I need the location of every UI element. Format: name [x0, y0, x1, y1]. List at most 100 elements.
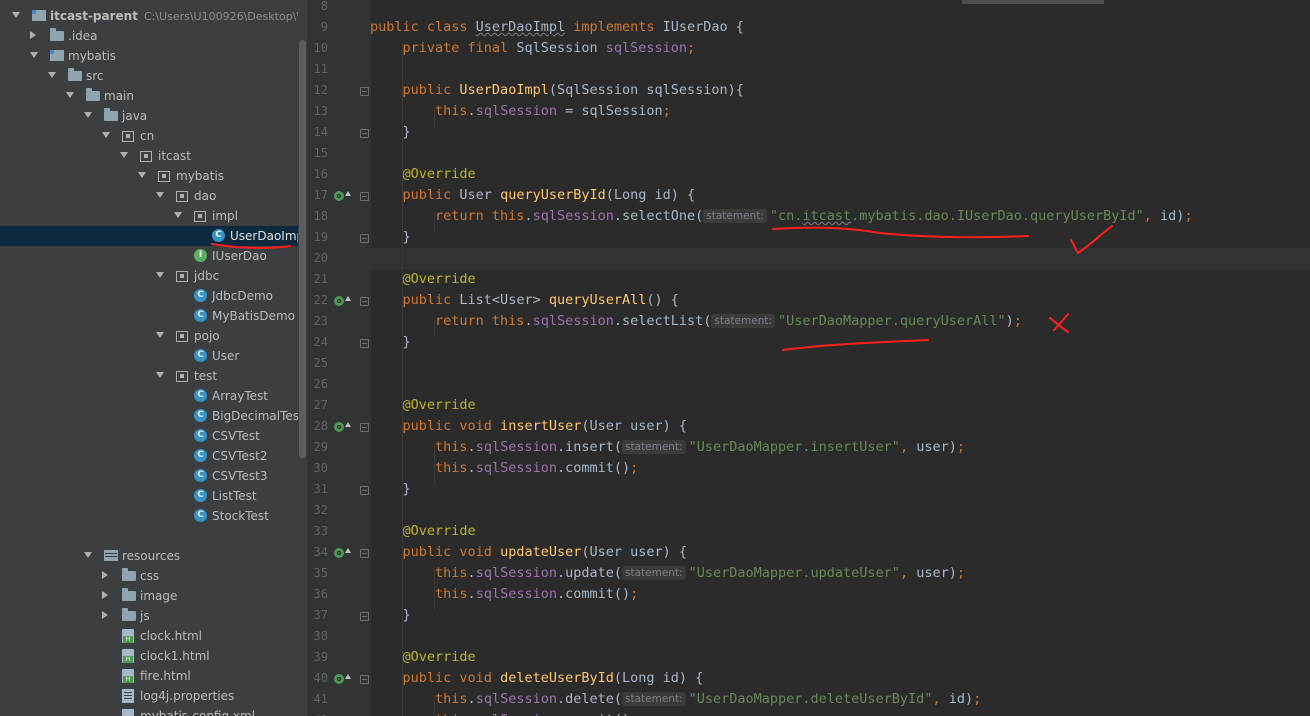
tree-item-csvtest2[interactable]: C CSVTest2 — [0, 446, 298, 466]
chevron-down-icon[interactable] — [12, 12, 20, 18]
tree-item-fire-html[interactable]: fire.html — [0, 666, 298, 686]
fold-toggle-icon[interactable] — [360, 339, 369, 348]
code-editor[interactable]: 8 9 10 11 12 13 14 15 16 17 o 18 19 20 21 22 o 23 24 25 26 27… — [307, 0, 1310, 716]
code-line[interactable]: private final SqlSession sqlSession; — [370, 38, 696, 59]
tree-item-java[interactable]: java — [0, 106, 298, 126]
code-line[interactable]: } — [370, 332, 411, 353]
code-line[interactable]: public List<User> queryUserAll() { — [370, 290, 679, 311]
tree-item-main[interactable]: main — [0, 86, 298, 106]
tree-item-css[interactable]: css — [0, 566, 298, 586]
fold-toggle-icon[interactable] — [360, 297, 369, 306]
fold-toggle-icon[interactable] — [360, 612, 369, 621]
tree-item-impl[interactable]: impl — [0, 206, 298, 226]
tree-item-log4j-properties[interactable]: log4j.properties — [0, 686, 298, 706]
fold-toggle-icon[interactable] — [360, 549, 369, 558]
implements-method-icon[interactable]: o — [334, 191, 351, 201]
tree-item-src[interactable]: src — [0, 66, 298, 86]
implements-method-icon[interactable]: o — [334, 422, 351, 432]
tree-item-clock-html[interactable]: clock.html — [0, 626, 298, 646]
tree-item-js[interactable]: js — [0, 606, 298, 626]
tree-item-user[interactable]: C User — [0, 346, 298, 366]
tree-item-mybatis[interactable]: mybatis — [0, 166, 298, 186]
tree-item-bigdecimaltest[interactable]: C BigDecimalTest — [0, 406, 298, 426]
tree-item-itcast-parent[interactable]: itcast-parentC:\Users\U100926\Desktop\WO… — [0, 6, 298, 26]
tree-item-csvtest3[interactable]: C CSVTest3 — [0, 466, 298, 486]
tree-item-arraytest[interactable]: C ArrayTest — [0, 386, 298, 406]
code-line[interactable]: public User queryUserById(Long id) { — [370, 185, 696, 206]
code-line[interactable]: this.sqlSession.update(statement: "UserDa… — [370, 563, 965, 584]
project-tree-scrollbar-thumb[interactable] — [299, 40, 306, 458]
fold-toggle-icon[interactable] — [360, 423, 369, 432]
chevron-right-icon[interactable] — [102, 591, 108, 599]
code-line[interactable]: @Override — [370, 395, 476, 416]
fold-toggle-icon[interactable] — [360, 192, 369, 201]
code-line[interactable]: this.sqlSession = sqlSession; — [370, 101, 671, 122]
chevron-down-icon[interactable] — [102, 132, 110, 138]
chevron-right-icon[interactable] — [102, 611, 108, 619]
project-tree-scrollbar[interactable] — [298, 0, 307, 716]
tree-item-test[interactable]: test — [0, 366, 298, 386]
chevron-down-icon[interactable] — [66, 92, 74, 98]
tree-item-itcast[interactable]: itcast — [0, 146, 298, 166]
implements-method-icon[interactable]: o — [334, 296, 351, 306]
code-line[interactable]: return this.sqlSession.selectList(statem… — [370, 311, 1022, 332]
implements-method-icon[interactable]: o — [334, 548, 351, 558]
chevron-down-icon[interactable] — [174, 212, 182, 218]
tree-item-image[interactable]: image — [0, 586, 298, 606]
chevron-down-icon[interactable] — [156, 272, 164, 278]
tree-item-csvtest[interactable]: C CSVTest — [0, 426, 298, 446]
chevron-down-icon[interactable] — [30, 52, 38, 58]
code-line[interactable]: this.sqlSession.commit(); — [370, 584, 638, 605]
fold-toggle-icon[interactable] — [360, 486, 369, 495]
chevron-right-icon[interactable] — [102, 571, 108, 579]
fold-toggle-icon[interactable] — [360, 129, 369, 138]
code-line[interactable]: return this.sqlSession.selectOne(stateme… — [370, 206, 1193, 227]
code-line[interactable]: @Override — [370, 521, 476, 542]
tree-item-listtest[interactable]: C ListTest — [0, 486, 298, 506]
chevron-down-icon[interactable] — [120, 152, 128, 158]
tree-item-dao[interactable]: dao — [0, 186, 298, 206]
implements-method-icon[interactable]: o — [334, 674, 351, 684]
code-line[interactable]: @Override — [370, 269, 476, 290]
fold-toggle-icon[interactable] — [360, 234, 369, 243]
code-line[interactable]: public void deleteUserById(Long id) { — [370, 668, 704, 689]
project-tree[interactable]: itcast-parentC:\Users\U100926\Desktop\WO… — [0, 0, 298, 716]
fold-toggle-icon[interactable] — [360, 675, 369, 684]
chevron-down-icon[interactable] — [156, 372, 164, 378]
code-line[interactable]: this.sqlSession.delete(statement: "UserDa… — [370, 689, 981, 710]
code-line[interactable]: public void updateUser(User user) { — [370, 542, 688, 563]
tree-item--idea[interactable]: .idea — [0, 26, 298, 46]
code-line[interactable]: public void insertUser(User user) { — [370, 416, 688, 437]
code-line[interactable]: } — [370, 605, 411, 626]
chevron-down-icon[interactable] — [156, 332, 164, 338]
editor-horizontal-scrollbar[interactable] — [962, 0, 1104, 4]
tree-item-jdbcdemo[interactable]: C JdbcDemo — [0, 286, 298, 306]
chevron-right-icon[interactable] — [30, 31, 36, 39]
chevron-down-icon[interactable] — [84, 552, 92, 558]
code-line[interactable]: } — [370, 479, 411, 500]
tree-item-clock1-html[interactable]: clock1.html — [0, 646, 298, 666]
code-line[interactable]: public UserDaoImpl(SqlSession sqlSession… — [370, 80, 744, 101]
code-line[interactable]: public class UserDaoImpl implements IUse… — [370, 17, 744, 38]
code-line[interactable]: @Override — [370, 164, 476, 185]
tree-item-iuserdao[interactable]: I IUserDao — [0, 246, 298, 266]
tree-item-jdbc[interactable]: jdbc — [0, 266, 298, 286]
code-line[interactable]: } — [370, 122, 411, 143]
tree-item-stocktest[interactable]: C StockTest — [0, 506, 298, 526]
code-line[interactable]: this.sqlSession.insert(statement: "UserDa… — [370, 437, 965, 458]
tree-item-mybatis[interactable]: mybatis — [0, 46, 298, 66]
chevron-down-icon[interactable] — [84, 112, 92, 118]
tree-item-mybatisdemo[interactable]: C MyBatisDemo — [0, 306, 298, 326]
code-line[interactable]: } — [370, 227, 411, 248]
chevron-down-icon[interactable] — [48, 72, 56, 78]
chevron-down-icon[interactable] — [138, 172, 146, 178]
chevron-down-icon[interactable] — [156, 192, 164, 198]
tree-item-mybatis-config-xml[interactable]: mybatis-config.xml — [0, 706, 298, 716]
tree-item-pojo[interactable]: pojo — [0, 326, 298, 346]
tree-item-resources[interactable]: resources — [0, 546, 298, 566]
code-line[interactable]: this.sqlSession.commit(); — [370, 710, 638, 716]
code-line[interactable]: this.sqlSession.commit(); — [370, 458, 638, 479]
tree-item-cn[interactable]: cn — [0, 126, 298, 146]
code-line[interactable]: @Override — [370, 647, 476, 668]
tree-item-userdaoimpl[interactable]: C UserDaoImpl — [0, 226, 298, 246]
